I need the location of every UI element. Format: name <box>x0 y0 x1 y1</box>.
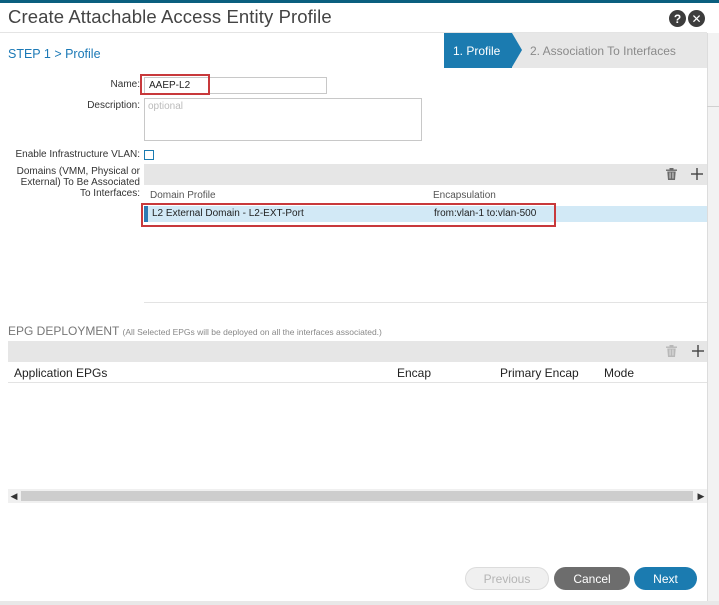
horizontal-scrollbar[interactable]: ◀ ▶ <box>8 489 707 503</box>
name-label: Name: <box>110 79 140 90</box>
top-border <box>0 0 719 3</box>
dialog-title: Create Attachable Access Entity Profile <box>8 6 332 27</box>
trash-icon[interactable] <box>664 167 678 181</box>
trash-icon[interactable] <box>664 344 678 358</box>
epg-deployment-title: EPG DEPLOYMENT (All Selected EPGs will b… <box>8 324 382 338</box>
column-header-encap: Encap <box>397 366 432 380</box>
row-highlight-box <box>141 203 556 227</box>
column-header-primary-encap: Primary Encap <box>500 366 579 380</box>
help-icon[interactable]: ? <box>669 10 686 27</box>
infra-vlan-label: Enable Infrastructure VLAN: <box>15 149 140 160</box>
infra-vlan-checkbox[interactable] <box>144 150 154 160</box>
domains-toolbar <box>144 164 707 185</box>
epg-header-divider <box>8 382 707 383</box>
domains-label-line-3: To Interfaces: <box>79 188 140 199</box>
description-label: Description: <box>87 100 140 111</box>
cancel-button[interactable]: Cancel <box>554 567 630 590</box>
column-header-mode: Mode <box>604 366 635 380</box>
domains-label-line-1: Domains (VMM, Physical or <box>16 166 140 177</box>
name-highlight-box <box>140 74 210 95</box>
close-icon[interactable]: ✕ <box>688 10 705 27</box>
plus-icon[interactable] <box>691 344 705 358</box>
wizard-steps: 1. Profile 2. Association To Interfaces <box>444 33 707 68</box>
column-header-encapsulation: Encapsulation <box>433 190 496 201</box>
epg-toolbar <box>8 341 707 362</box>
wizard-step-profile[interactable]: 1. Profile <box>444 33 512 68</box>
wizard-arrow <box>512 33 522 67</box>
background-panel-divider <box>707 106 719 107</box>
epg-deployment-note: (All Selected EPGs will be deployed on a… <box>122 327 382 337</box>
scroll-right-icon[interactable]: ▶ <box>695 489 707 503</box>
domains-label-line-2: External) To Be Associated <box>20 177 140 188</box>
plus-icon[interactable] <box>690 167 704 181</box>
next-button[interactable]: Next <box>634 567 697 590</box>
column-header-application-epgs: Application EPGs <box>14 366 108 380</box>
previous-button[interactable]: Previous <box>465 567 549 590</box>
scrollbar-thumb[interactable] <box>21 491 693 501</box>
step-label: STEP 1 > Profile <box>8 47 101 61</box>
description-field[interactable]: optional <box>144 98 422 141</box>
epg-deployment-heading: EPG DEPLOYMENT <box>8 324 120 338</box>
column-header-domain-profile: Domain Profile <box>150 190 216 201</box>
bottom-border <box>0 601 719 605</box>
domains-table-bottom <box>144 302 707 303</box>
background-panel-edge <box>707 33 719 605</box>
wizard-step-association[interactable]: 2. Association To Interfaces <box>530 33 676 68</box>
scroll-left-icon[interactable]: ◀ <box>8 489 20 503</box>
